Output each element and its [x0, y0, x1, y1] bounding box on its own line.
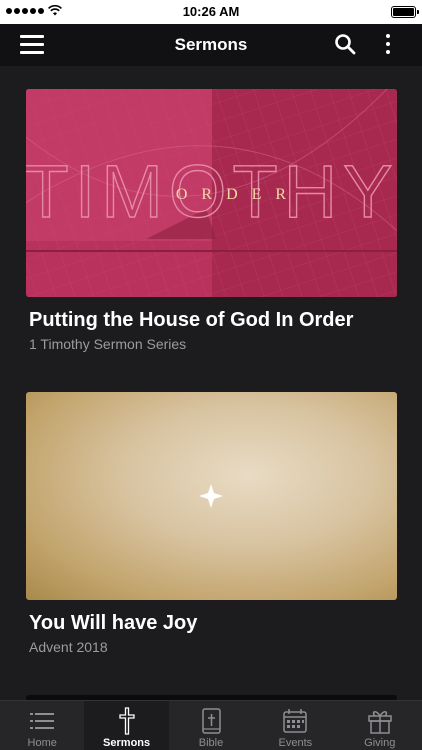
- status-bar: 10:26 AM: [0, 0, 422, 24]
- tab-giving[interactable]: Giving: [338, 701, 422, 750]
- sermon-series: Advent 2018: [29, 639, 108, 655]
- tab-label: Giving: [364, 737, 396, 749]
- tab-home[interactable]: Home: [0, 701, 84, 750]
- tab-label: Events: [278, 737, 313, 749]
- tab-bible[interactable]: Bible: [169, 701, 253, 750]
- search-icon[interactable]: [334, 33, 356, 55]
- tab-sermons[interactable]: Sermons: [84, 701, 169, 750]
- nav-bar: Sermons: [0, 24, 422, 66]
- sermon-title[interactable]: You Will have Joy: [26, 612, 397, 635]
- tab-bar: Home Sermons Bible Events Giving: [0, 700, 422, 750]
- tab-label: Home: [27, 737, 57, 749]
- sermon-list: TIMOTHY ORDER Putting the House of God I…: [0, 66, 422, 700]
- sermon-title[interactable]: Putting the House of God In Order: [26, 309, 397, 332]
- list-icon: [30, 713, 55, 729]
- gift-icon: [368, 711, 392, 734]
- sermon-artwork[interactable]: TIMOTHY ORDER: [26, 89, 397, 297]
- page-title: Sermons: [174, 35, 248, 54]
- star-icon: [199, 484, 223, 508]
- tab-label: Bible: [198, 737, 224, 749]
- status-time: 10:26 AM: [182, 4, 240, 19]
- timothy-artwork: TIMOTHY ORDER: [26, 89, 397, 297]
- tab-label: Sermons: [103, 737, 151, 749]
- artwork-overlay-text: ORDER: [176, 186, 300, 203]
- more-options-button[interactable]: [380, 32, 396, 56]
- battery-icon: [391, 6, 419, 18]
- sermon-artwork[interactable]: [26, 392, 397, 600]
- sermon-series: 1 Timothy Sermon Series: [29, 336, 187, 352]
- cross-icon: [118, 707, 135, 735]
- sermon-card[interactable]: TIMOTHY ORDER Putting the House of God I…: [26, 89, 397, 352]
- sermon-card[interactable]: You Will have Joy Advent 2018: [26, 392, 397, 655]
- tab-events[interactable]: Events: [253, 701, 337, 750]
- calendar-icon: [283, 709, 308, 733]
- bible-icon: [202, 708, 221, 734]
